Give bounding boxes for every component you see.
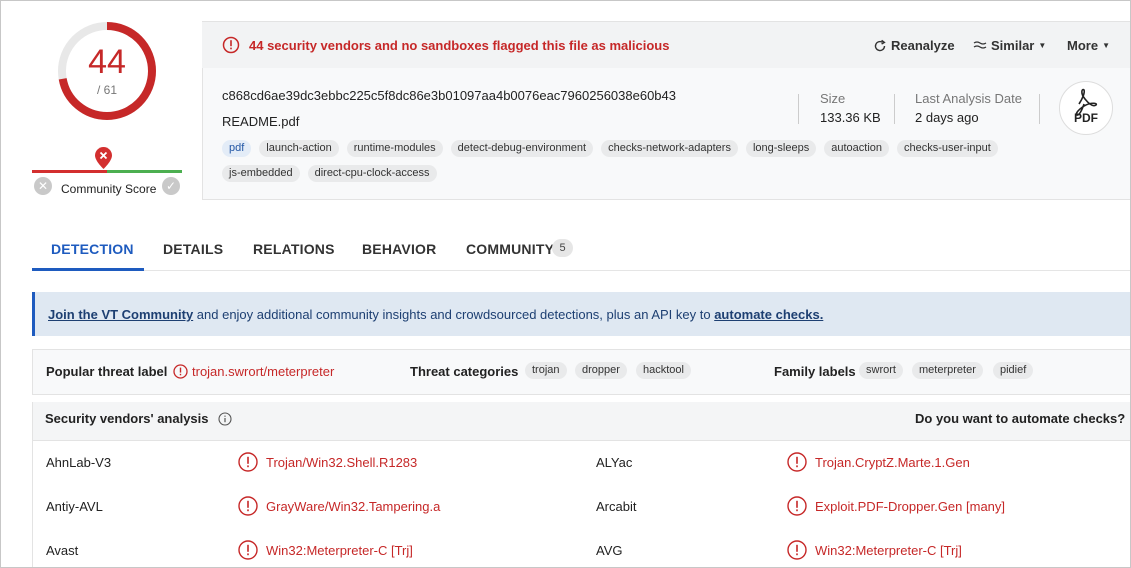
vendor-result: Trojan/Win32.Shell.R1283 — [238, 452, 417, 472]
tab-details[interactable]: DETAILS — [163, 241, 223, 257]
vendor-result: Win32:Meterpreter-C [Trj] — [787, 540, 962, 560]
detection-total: / 61 — [96, 83, 117, 97]
table-row: AhnLab-V3 Trojan/Win32.Shell.R1283 ALYac Tr… — [32, 441, 1130, 486]
reanalyze-label: Reanalyze — [891, 38, 955, 53]
vendor-name: AhnLab-V3 — [46, 455, 112, 470]
community-count-badge: 5 — [552, 239, 573, 257]
popular-threat-label: Popular threat label — [46, 364, 168, 379]
file-tag[interactable]: detect-debug-environment — [450, 140, 594, 157]
alert-icon — [787, 452, 807, 472]
detection-label[interactable]: Win32:Meterpreter-C [Trj] — [266, 543, 413, 558]
alert-message: 44 security vendors and no sandboxes fla… — [249, 38, 670, 53]
file-tag[interactable]: checks-network-adapters — [601, 140, 738, 157]
info-icon[interactable] — [218, 412, 232, 426]
vendor-result: Win32:Meterpreter-C [Trj] — [238, 540, 413, 560]
file-hash[interactable]: c868cd6ae39dc3ebbc225c5f8dc86e3b01097aa4… — [222, 88, 676, 103]
size-label: Size — [820, 91, 846, 106]
alert-icon — [238, 496, 258, 516]
family-labels-label: Family labels — [774, 364, 856, 379]
tab-relations[interactable]: RELATIONS — [253, 241, 335, 257]
size-value: 133.36 KB — [820, 110, 881, 125]
tab-behavior[interactable]: BEHAVIOR — [362, 241, 436, 257]
similar-button[interactable]: Similar ▼ — [973, 38, 1046, 53]
vote-malicious-icon[interactable]: ✕ — [34, 177, 52, 195]
divider — [1039, 94, 1040, 124]
chevron-down-icon: ▼ — [1038, 41, 1047, 50]
detection-label[interactable]: Trojan.CryptZ.Marte.1.Gen — [815, 455, 970, 470]
community-score-bar — [32, 170, 182, 173]
detection-label[interactable]: Win32:Meterpreter-C [Trj] — [815, 543, 962, 558]
more-label: More — [1067, 38, 1099, 53]
file-tag[interactable]: runtime-modules — [346, 140, 443, 157]
vendor-name: ALYac — [596, 455, 633, 470]
banner-text: Join the VT Community and enjoy addition… — [48, 307, 823, 322]
vendor-name: Antiy-AVL — [46, 499, 103, 514]
threat-category-chip[interactable]: trojan — [525, 362, 567, 379]
more-button[interactable]: More ▼ — [1067, 38, 1110, 53]
pdf-file-icon: PDF — [1059, 81, 1113, 135]
alert-icon — [238, 540, 258, 560]
alert-icon — [787, 496, 807, 516]
chevron-down-icon: ▼ — [1102, 41, 1110, 50]
alert-icon — [222, 36, 240, 54]
vendor-name: Arcabit — [596, 499, 637, 514]
alert-icon — [173, 364, 188, 379]
active-tab-indicator — [32, 268, 144, 271]
alert-icon — [238, 452, 258, 472]
detection-label[interactable]: GrayWare/Win32.Tampering.a — [266, 499, 440, 514]
community-score-label: Community Score — [61, 182, 157, 196]
vote-harmless-icon[interactable]: ✓ — [162, 177, 180, 195]
table-row: Avast Win32:Meterpreter-C [Trj] AVG Win32:M… — [32, 529, 1130, 567]
community-marker-icon — [95, 147, 112, 169]
file-tag[interactable]: pdf — [222, 140, 252, 157]
detection-label[interactable]: Exploit.PDF-Dropper.Gen [many] — [815, 499, 1005, 514]
vendor-result: Exploit.PDF-Dropper.Gen [many] — [787, 496, 1005, 516]
tab-detection[interactable]: DETECTION — [51, 241, 134, 257]
similar-label: Similar — [991, 38, 1035, 53]
vendor-name: Avast — [46, 543, 79, 558]
table-row: Antiy-AVL GrayWare/Win32.Tampering.a Arcab… — [32, 485, 1130, 530]
vendor-name: AVG — [596, 543, 623, 558]
file-tag[interactable]: long-sleeps — [745, 140, 817, 157]
divider — [798, 94, 799, 124]
vendor-result: Trojan.CryptZ.Marte.1.Gen — [787, 452, 970, 472]
tab-bar: DETECTION DETAILS RELATIONS BEHAVIOR COM… — [32, 228, 1130, 271]
file-tag[interactable]: checks-user-input — [897, 140, 998, 157]
last-analysis-label: Last Analysis Date — [915, 91, 1022, 106]
family-label-chip[interactable]: meterpreter — [912, 362, 983, 379]
automate-checks-link[interactable]: automate checks. — [714, 307, 823, 322]
file-tags: pdf launch-action runtime-modules detect-de… — [222, 140, 1042, 182]
file-tag[interactable]: js-embedded — [222, 165, 300, 182]
file-tag[interactable]: launch-action — [259, 140, 339, 157]
threat-categories-label: Threat categories — [410, 364, 519, 379]
file-tag[interactable]: direct-cpu-clock-access — [307, 165, 437, 182]
popular-threat-value[interactable]: trojan.swrort/meterpreter — [192, 364, 334, 379]
tab-community[interactable]: COMMUNITY — [466, 241, 554, 257]
threat-category-chip[interactable]: dropper — [575, 362, 627, 379]
banner-middle-text: and enjoy additional community insights … — [193, 307, 715, 322]
file-name: README.pdf — [222, 114, 300, 129]
page-frame: 44 / 61 ✕ ✓ Community Score 44 security … — [0, 0, 1131, 568]
similar-icon — [973, 40, 987, 49]
threat-category-chip[interactable]: hacktool — [636, 362, 691, 379]
vendors-title: Security vendors' analysis — [45, 411, 232, 426]
file-tag[interactable]: autoaction — [824, 140, 889, 157]
alert-icon — [787, 540, 807, 560]
reanalyze-button[interactable]: Reanalyze — [873, 38, 955, 53]
family-label-chip[interactable]: swrort — [859, 362, 903, 379]
automate-checks-prompt[interactable]: Do you want to automate checks? — [915, 411, 1125, 426]
family-label-chip[interactable]: pidief — [993, 362, 1034, 379]
vendor-result: GrayWare/Win32.Tampering.a — [238, 496, 440, 516]
last-analysis-value: 2 days ago — [915, 110, 979, 125]
detection-count: 44 — [88, 43, 126, 81]
detection-label[interactable]: Trojan/Win32.Shell.R1283 — [266, 455, 417, 470]
pdf-icon-label: PDF — [1074, 111, 1098, 125]
join-community-link[interactable]: Join the VT Community — [48, 307, 193, 322]
divider — [894, 94, 895, 124]
reanalyze-icon — [874, 39, 886, 51]
